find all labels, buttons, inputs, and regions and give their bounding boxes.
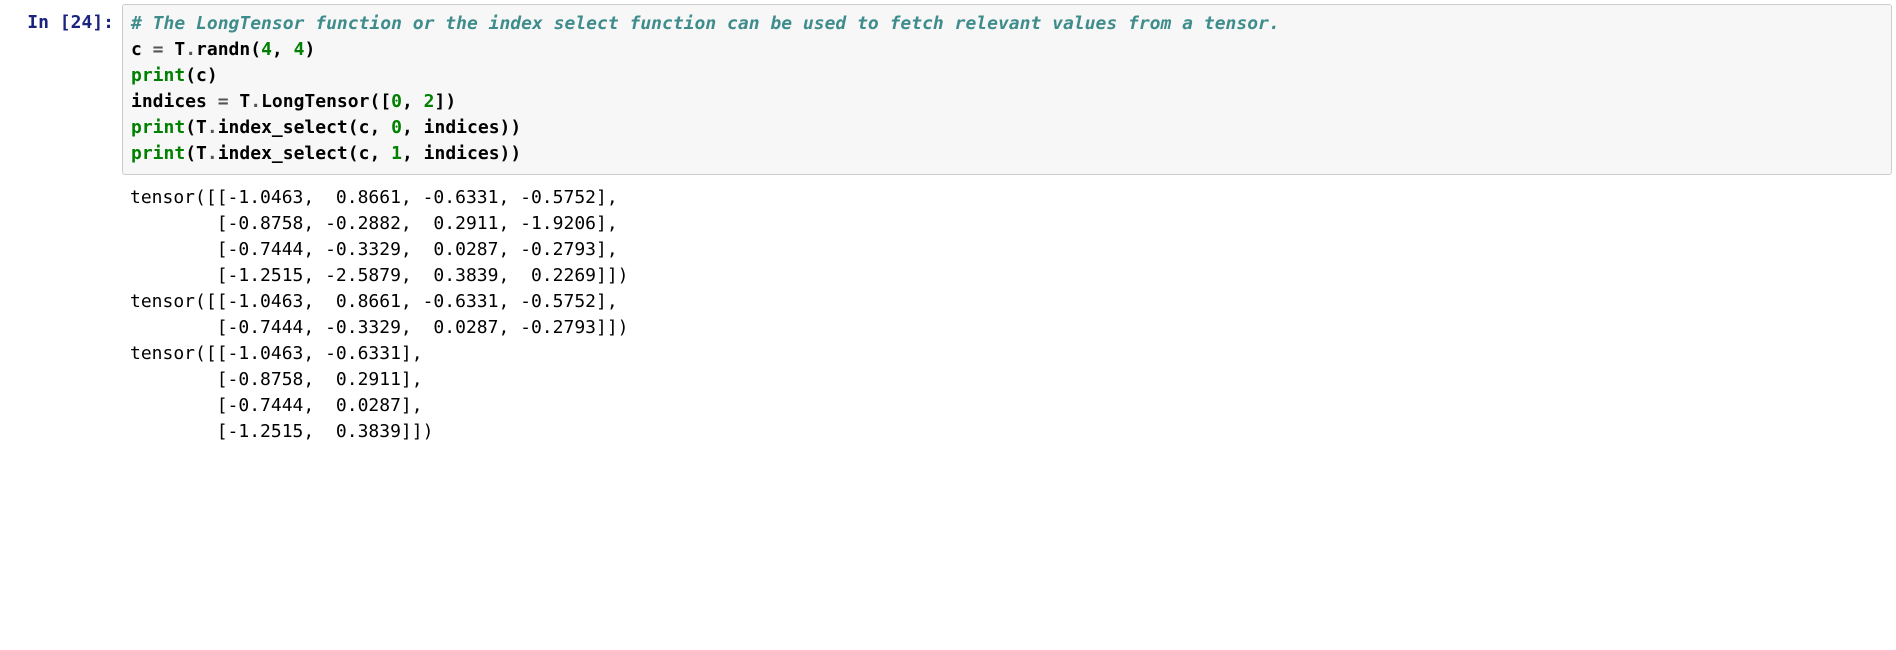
prompt-number: 24 <box>71 12 93 33</box>
cell-output: tensor([[-1.0463, 0.8661, -0.6331, -0.57… <box>122 175 1892 446</box>
input-prompt: In [24]: <box>4 4 122 36</box>
code-cell-input[interactable]: # The LongTensor function or the index s… <box>122 4 1892 175</box>
cell-main: # The LongTensor function or the index s… <box>122 4 1892 446</box>
code-comment: # The LongTensor function or the index s… <box>131 13 1280 34</box>
prompt-bracket-open: [ <box>60 12 71 33</box>
prompt-in-label: In <box>27 12 60 33</box>
notebook-cell: In [24]: # The LongTensor function or th… <box>4 4 1892 446</box>
prompt-bracket-close: ]: <box>92 12 114 33</box>
